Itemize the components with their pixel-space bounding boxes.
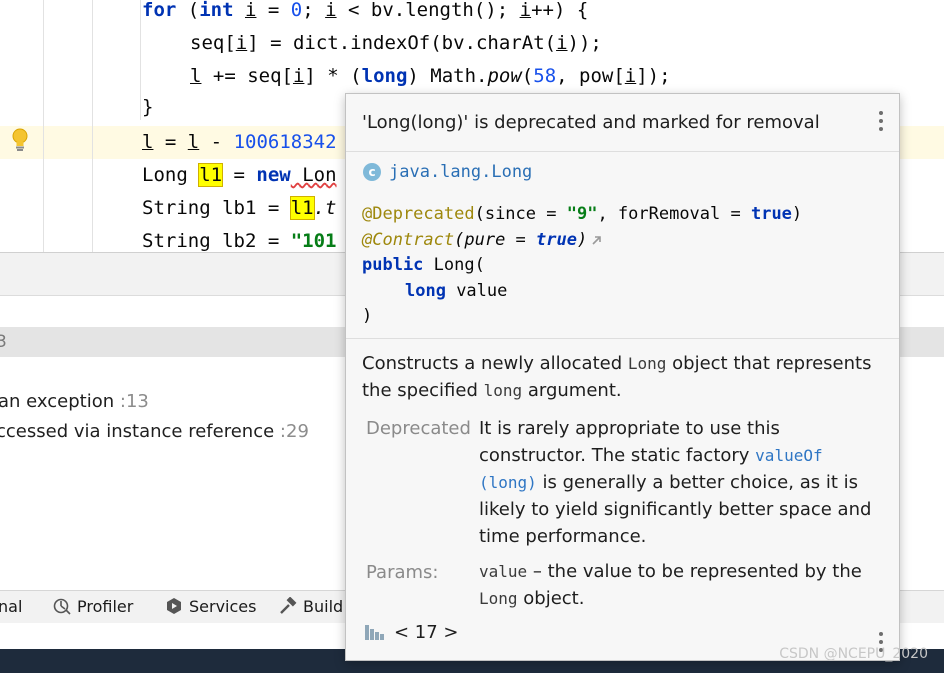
signature-annotation-contract: @Contract(pure = true) xyxy=(362,227,603,253)
code-line-new-long: Long l1 = new Lon xyxy=(142,163,337,187)
signature-constructor: public Long( xyxy=(362,255,485,275)
code-line-pow: l += seq[i] * (long) Math.pow(58, pow[i]… xyxy=(190,65,671,87)
library-icon xyxy=(365,625,384,640)
code-line-assign: l = l - 100618342 xyxy=(142,131,337,153)
services-icon xyxy=(167,598,181,614)
gutter-divider xyxy=(43,0,44,252)
quick-documentation-popup: 'Long(long)' is deprecated and marked fo… xyxy=(345,93,900,661)
code-line-lb1: String lb1 = l1.t xyxy=(142,196,337,220)
code-line-seq: seq[i] = dict.indexOf(bv.charAt(i)); xyxy=(190,32,602,54)
problems-count: 3 xyxy=(0,332,7,352)
popup-header: 'Long(long)' is deprecated and marked fo… xyxy=(346,94,899,152)
problem-item[interactable]: an exception :13 xyxy=(0,391,149,412)
lightbulb-icon[interactable] xyxy=(11,128,29,152)
indent-guide xyxy=(92,0,93,252)
services-tab[interactable]: Services xyxy=(165,597,256,616)
problem-item[interactable]: ccessed via instance reference :29 xyxy=(0,421,309,442)
build-hammer-icon xyxy=(280,597,297,614)
signature-param: long value xyxy=(405,281,508,301)
package-link[interactable]: c java.lang.Long xyxy=(363,162,532,182)
signature-annotation-deprecated: @Deprecated(since = "9", forRemoval = tr… xyxy=(362,204,803,224)
params-label: Params: xyxy=(366,562,439,583)
code-line-brace: } xyxy=(142,96,154,118)
popup-divider xyxy=(346,338,899,339)
jdk-version-nav[interactable]: < 17 > xyxy=(364,622,459,643)
code-line-for: for (int i = 0; i < bv.length(); i++) { xyxy=(142,0,589,21)
profiler-icon xyxy=(53,598,71,615)
valueof-link[interactable]: valueOf xyxy=(755,446,822,465)
doc-description: Constructs a newly allocated Long object… xyxy=(362,353,872,401)
highlighted-identifier: l1 xyxy=(198,163,224,187)
class-icon: c xyxy=(363,163,381,181)
build-tab[interactable]: Build xyxy=(279,597,343,616)
terminal-tab[interactable]: nal xyxy=(0,597,22,616)
code-line-lb2: String lb2 = "101 xyxy=(142,230,337,252)
params-text: value – the value to be represented by t… xyxy=(479,561,862,609)
external-link-icon[interactable] xyxy=(591,234,603,246)
more-options-icon[interactable] xyxy=(878,111,884,133)
indent-guide xyxy=(140,0,141,120)
popup-title: 'Long(long)' is deprecated and marked fo… xyxy=(362,112,820,133)
signature-close: ) xyxy=(362,306,373,326)
profiler-tab[interactable]: Profiler xyxy=(53,597,133,616)
watermark: CSDN @NCEPU_2020 xyxy=(779,646,928,662)
deprecated-text: It is rarely appropriate to use this con… xyxy=(479,418,872,547)
deprecated-label: Deprecated xyxy=(366,418,471,439)
valueof-param-link[interactable]: (long) xyxy=(479,473,537,492)
